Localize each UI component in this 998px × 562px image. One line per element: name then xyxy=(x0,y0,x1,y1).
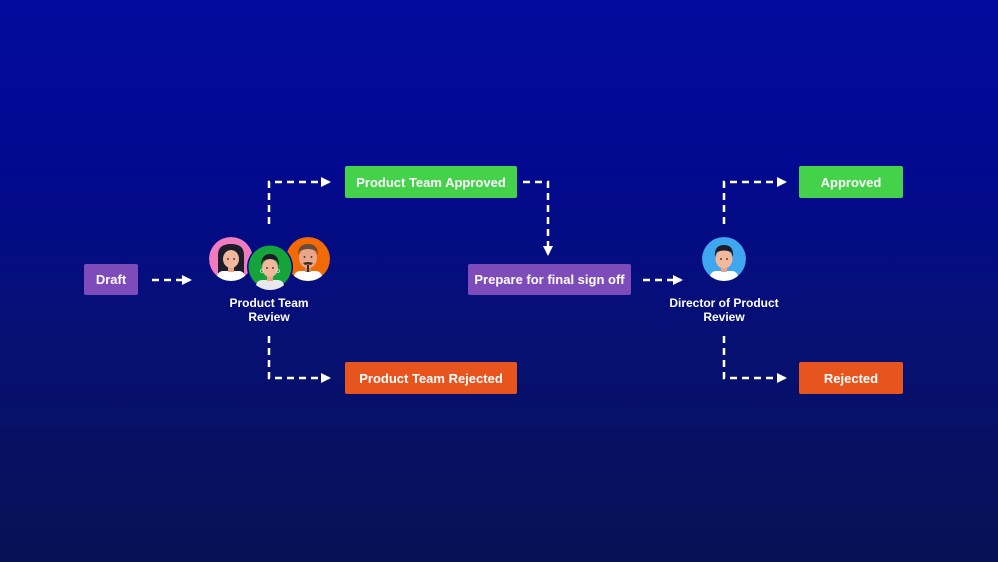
node-director-review-line1: Director of Product xyxy=(669,296,779,310)
node-approved-label: Approved xyxy=(820,174,882,190)
avatar-man-short-hair xyxy=(702,237,746,281)
node-director-review-line2: Review xyxy=(703,310,745,324)
node-product-team-review-line1: Product Team xyxy=(229,296,309,310)
node-product-team-review-line2: Review xyxy=(248,310,290,324)
node-rejected[interactable]: Rejected xyxy=(799,362,903,394)
arrow-review-to-rejected xyxy=(267,336,331,383)
node-product-team-rejected-label: Product Team Rejected xyxy=(359,370,503,386)
node-rejected-label: Rejected xyxy=(823,370,879,386)
arrow-director-to-rejected xyxy=(722,336,787,383)
node-draft[interactable]: Draft xyxy=(84,264,138,295)
avatar-woman-earrings xyxy=(247,244,293,290)
node-product-team-approved[interactable]: Product Team Approved xyxy=(345,166,517,198)
node-product-team-review[interactable]: Product Team Review xyxy=(209,296,329,324)
arrow-approved-to-prepare xyxy=(523,180,553,256)
node-product-team-approved-label: Product Team Approved xyxy=(356,174,506,190)
node-director-review[interactable]: Director of Product Review xyxy=(654,296,794,324)
node-prepare-final-signoff-label: Prepare for final sign off xyxy=(474,272,625,287)
node-prepare-final-signoff[interactable]: Prepare for final sign off xyxy=(468,264,631,295)
node-approved[interactable]: Approved xyxy=(799,166,903,198)
node-draft-label: Draft xyxy=(95,272,127,287)
arrow-review-to-approved xyxy=(267,177,331,224)
node-product-team-rejected[interactable]: Product Team Rejected xyxy=(345,362,517,394)
arrow-director-to-approved xyxy=(722,177,787,224)
